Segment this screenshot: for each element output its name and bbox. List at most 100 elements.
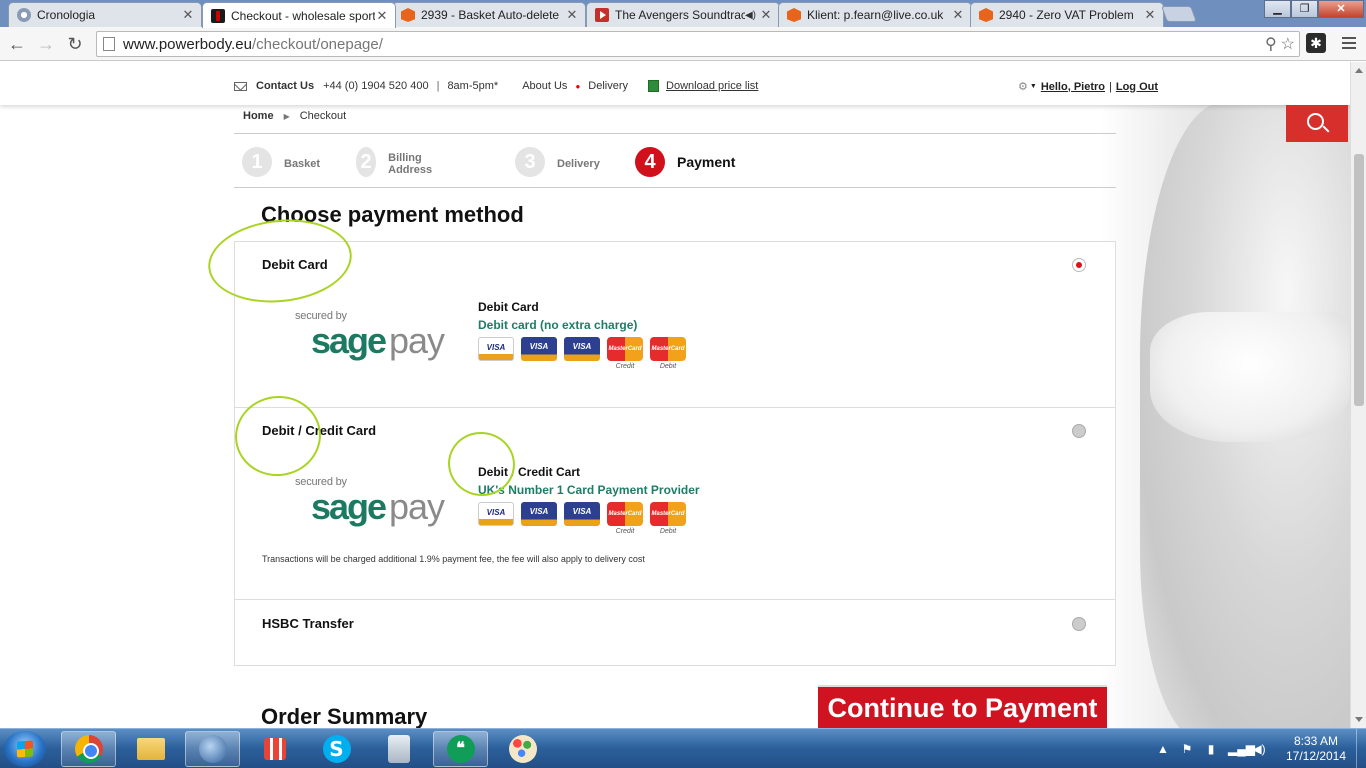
mastercard-credit-icon: MasterCard Credit [607,337,643,370]
step-number: 2 [356,147,377,177]
volume-icon[interactable]: ◀) [1252,742,1266,756]
step-number: 3 [515,147,545,177]
youtube-icon [595,8,609,22]
extension-icon[interactable]: ✱ [1306,33,1326,53]
restore-button[interactable]: ❐ [1291,0,1318,18]
minimize-button[interactable]: ▁ [1264,0,1291,18]
action-center-flag-icon[interactable]: ⚑ [1180,742,1194,756]
close-icon[interactable]: ✕ [375,8,389,24]
bookmark-star-icon[interactable]: ☆ [1281,34,1295,54]
taskbar-app-grid[interactable] [247,731,302,767]
visa-electron-icon: VISA [564,337,600,361]
step-delivery[interactable]: 3 Delivery [515,147,600,177]
close-icon[interactable]: ✕ [565,7,579,23]
page-scrollbar[interactable] [1350,62,1366,728]
sagepay-logo: secured by sage pay [295,476,445,527]
logout-link[interactable]: Log Out [1116,81,1158,93]
browser-tab-strip: Cronologia ✕ Checkout - wholesale sports… [0,0,1366,28]
search-button[interactable] [1286,105,1348,142]
chrome-icon [74,735,103,763]
step-basket[interactable]: 1 Basket [242,147,320,177]
background-model-image [1100,102,1350,728]
new-tab-button[interactable] [1161,6,1197,22]
step-label: Payment [677,154,736,170]
tab-zero-vat[interactable]: 2940 - Zero VAT Problem ✕ [970,2,1164,27]
taskbar-skype[interactable]: S [309,731,364,767]
delivery-link[interactable]: Delivery [588,80,628,92]
scroll-up-icon[interactable] [1355,68,1363,73]
contact-us-link[interactable]: Contact Us [256,80,314,92]
show-hidden-icons-icon[interactable]: ▲ [1156,742,1170,756]
address-bar[interactable]: www.powerbody.eu/checkout/onepage/ ⚲ ☆ [96,31,1300,57]
close-window-button[interactable]: ✕ [1318,0,1364,18]
payment-radio-hsbc-transfer[interactable] [1072,617,1086,631]
back-arrow-icon[interactable]: ← [6,33,28,55]
chrome-menu-icon[interactable] [1338,33,1360,53]
zoom-icon[interactable]: ⚲ [1265,34,1277,54]
taskbar-explorer[interactable] [123,731,178,767]
url-path: /checkout/onepage/ [251,35,383,53]
tab-title: Checkout - wholesale sports [231,8,375,23]
close-icon[interactable]: ✕ [951,7,965,23]
payment-radio-debit-card[interactable] [1072,258,1086,272]
download-price-list-link[interactable]: Download price list [666,80,758,92]
page-viewport: Contact Us +44 (0) 1904 520 400 | 8am-5p… [0,62,1350,728]
close-icon[interactable]: ✕ [181,7,195,23]
close-icon[interactable]: ✕ [759,7,773,23]
card-name: Debit Card [478,300,539,314]
divider [234,133,1116,134]
tab-cronologia[interactable]: Cronologia ✕ [8,2,202,27]
tab-title: 2939 - Basket Auto-delete [421,8,560,22]
forward-arrow-icon[interactable]: → [35,33,57,55]
taskbar-chrome[interactable] [61,731,116,767]
taskbar-paint[interactable] [495,731,550,767]
scroll-down-icon[interactable] [1355,717,1363,722]
taskbar-calculator[interactable] [371,731,426,767]
payment-option-title: Debit Card [262,257,328,272]
tab-title: The Avengers Soundtrack [615,8,745,22]
scrollbar-thumb[interactable] [1354,154,1364,406]
system-tray: ▲ ⚑ ▮ ▂▄▆ ◀) [1156,729,1266,768]
tab-title: Klient: p.fearn@live.co.uk [807,8,944,22]
payment-radio-debit-credit-card[interactable] [1072,424,1086,438]
gear-icon[interactable]: ⚙ [1018,80,1028,93]
about-us-link[interactable]: About Us [522,80,567,92]
payment-option-debit-credit-card[interactable]: Debit / Credit Card secured by sage pay … [235,408,1115,600]
magento-icon [787,8,801,22]
tab-klient[interactable]: Klient: p.fearn@live.co.uk ✕ [778,2,972,27]
step-payment: 4 Payment [635,147,735,177]
card-info: Debit Card Debit card (no extra charge) … [478,300,686,370]
powerbody-icon [211,8,225,23]
app-grid-icon [263,738,286,760]
mastercard-credit-icon: MasterCard Credit [607,502,643,535]
step-billing-address[interactable]: 2 Billing Address [356,147,442,177]
visa-debit-icon: VISA [521,502,557,526]
windows-start-button[interactable] [4,731,46,767]
reload-icon[interactable]: ↻ [64,33,86,55]
payment-option-title: HSBC Transfer [262,616,354,631]
breadcrumb-home[interactable]: Home [243,110,274,122]
tab-basket-auto-delete[interactable]: 2939 - Basket Auto-delete ✕ [392,2,586,27]
card-name: Debit / Credit Cart [478,465,581,479]
account-greeting-link[interactable]: Hello, Pietro [1041,81,1105,93]
show-desktop-button[interactable] [1356,729,1366,768]
taskbar-hangouts[interactable]: ❝ [433,731,488,767]
chevron-down-icon[interactable]: ▼ [1030,83,1037,90]
chevron-right-icon: ▶ [283,111,290,121]
tab-avengers[interactable]: The Avengers Soundtrack ◀) ✕ [586,2,780,27]
continue-to-payment-button[interactable]: Continue to Payment [818,685,1107,728]
phone-number: +44 (0) 1904 520 400 [323,80,429,92]
tab-checkout[interactable]: Checkout - wholesale sports ✕ [202,2,396,28]
browser-toolbar: ← → ↻ www.powerbody.eu/checkout/onepage/… [0,27,1366,61]
network-signal-icon[interactable]: ▂▄▆ [1228,742,1255,756]
card-logos: VISA VISA VISA MasterCard Credit MasterCa… [478,502,700,535]
site-header-bar: Contact Us +44 (0) 1904 520 400 | 8am-5p… [0,62,1350,105]
page-title: Choose payment method [261,202,524,227]
speaker-icon: ◀) [744,9,756,21]
taskbar-clock[interactable]: 8:33 AM 17/12/2014 [1276,734,1356,764]
payment-option-hsbc-transfer[interactable]: HSBC Transfer [235,600,1115,665]
close-icon[interactable]: ✕ [1143,7,1157,23]
payment-option-debit-card[interactable]: Debit Card secured by sage pay Debit Car… [235,242,1115,408]
device-icon[interactable]: ▮ [1204,742,1218,756]
taskbar-thunderbird[interactable] [185,731,240,767]
